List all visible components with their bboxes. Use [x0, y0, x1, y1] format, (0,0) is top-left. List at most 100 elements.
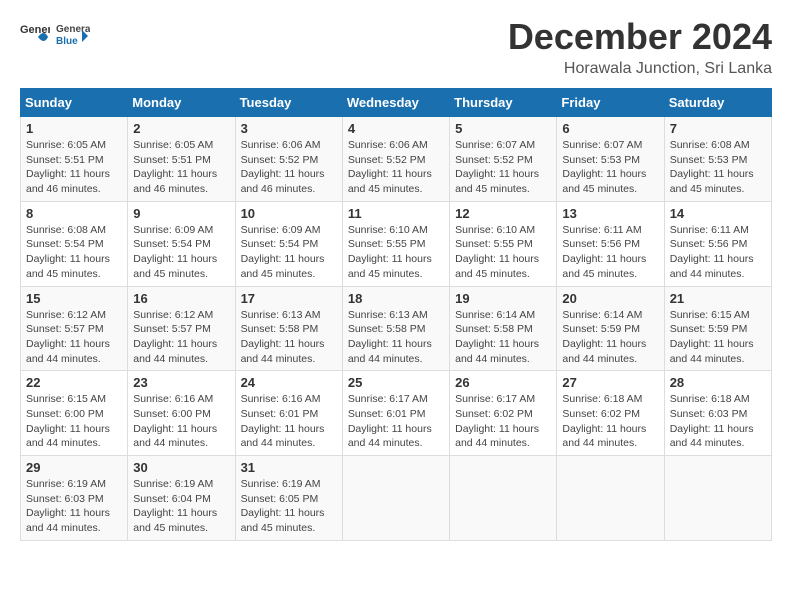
table-row: 29 Sunrise: 6:19 AMSunset: 6:03 PMDayligh… [21, 456, 128, 541]
table-row: 20Sunrise: 6:14 AMSunset: 5:59 PMDayligh… [557, 286, 664, 371]
day-info: Sunrise: 6:06 AMSunset: 5:52 PMDaylight:… [348, 138, 444, 197]
table-row: 5 Sunrise: 6:07 AMSunset: 5:52 PMDaylight… [450, 117, 557, 202]
day-info: Sunrise: 6:19 AMSunset: 6:05 PMDaylight:… [241, 477, 337, 536]
day-number: 9 [133, 206, 229, 221]
day-number: 30 [133, 460, 229, 475]
day-info: Sunrise: 6:13 AMSunset: 5:58 PMDaylight:… [348, 308, 444, 367]
table-row: 11Sunrise: 6:10 AMSunset: 5:55 PMDayligh… [342, 201, 449, 286]
table-row: 7 Sunrise: 6:08 AMSunset: 5:53 PMDaylight… [664, 117, 771, 202]
table-row: 4 Sunrise: 6:06 AMSunset: 5:52 PMDaylight… [342, 117, 449, 202]
day-info: Sunrise: 6:07 AMSunset: 5:53 PMDaylight:… [562, 138, 658, 197]
header-monday: Monday [128, 89, 235, 117]
table-row: 12 Sunrise: 6:10 AMSunset: 5:55 PMDayligh… [450, 201, 557, 286]
calendar-week-row: 1Sunrise: 6:05 AMSunset: 5:51 PMDaylight… [21, 117, 772, 202]
table-row: 14 Sunrise: 6:11 AMSunset: 5:56 PMDayligh… [664, 201, 771, 286]
table-row: 27Sunrise: 6:18 AMSunset: 6:02 PMDayligh… [557, 371, 664, 456]
day-number: 10 [241, 206, 337, 221]
day-number: 14 [670, 206, 766, 221]
day-number: 31 [241, 460, 337, 475]
day-number: 29 [26, 460, 122, 475]
logo: General General Blue [20, 16, 90, 52]
table-row: 28Sunrise: 6:18 AMSunset: 6:03 PMDayligh… [664, 371, 771, 456]
day-number: 28 [670, 375, 766, 390]
day-number: 25 [348, 375, 444, 390]
day-number: 13 [562, 206, 658, 221]
table-row: 2 Sunrise: 6:05 AMSunset: 5:51 PMDaylight… [128, 117, 235, 202]
header-saturday: Saturday [664, 89, 771, 117]
day-info: Sunrise: 6:16 AMSunset: 6:00 PMDaylight:… [133, 392, 229, 451]
calendar-header: December 2024 Horawala Junction, Sri Lan… [508, 16, 772, 78]
day-number: 2 [133, 121, 229, 136]
day-number: 6 [562, 121, 658, 136]
calendar-title: December 2024 [508, 16, 772, 58]
header-friday: Friday [557, 89, 664, 117]
day-number: 5 [455, 121, 551, 136]
table-row: 13 Sunrise: 6:11 AMSunset: 5:56 PMDayligh… [557, 201, 664, 286]
calendar-week-row: 15 Sunrise: 6:12 AMSunset: 5:57 PMDayligh… [21, 286, 772, 371]
day-number: 12 [455, 206, 551, 221]
day-number: 3 [241, 121, 337, 136]
table-row: 16 Sunrise: 6:12 AMSunset: 5:57 PMDayligh… [128, 286, 235, 371]
day-info: Sunrise: 6:08 AMSunset: 5:53 PMDaylight:… [670, 138, 766, 197]
day-info: Sunrise: 6:06 AMSunset: 5:52 PMDaylight:… [241, 138, 337, 197]
day-info: Sunrise: 6:12 AMSunset: 5:57 PMDaylight:… [133, 308, 229, 367]
table-row: 3 Sunrise: 6:06 AMSunset: 5:52 PMDaylight… [235, 117, 342, 202]
table-row: 23 Sunrise: 6:16 AMSunset: 6:00 PMDayligh… [128, 371, 235, 456]
day-info: Sunrise: 6:13 AMSunset: 5:58 PMDaylight:… [241, 308, 337, 367]
day-number: 7 [670, 121, 766, 136]
calendar-week-row: 22Sunrise: 6:15 AMSunset: 6:00 PMDayligh… [21, 371, 772, 456]
day-info: Sunrise: 6:07 AMSunset: 5:52 PMDaylight:… [455, 138, 551, 197]
table-row [342, 456, 449, 541]
day-number: 24 [241, 375, 337, 390]
calendar-week-row: 8 Sunrise: 6:08 AMSunset: 5:54 PMDaylight… [21, 201, 772, 286]
table-row [557, 456, 664, 541]
logo-icon: General [20, 19, 50, 49]
day-info: Sunrise: 6:05 AMSunset: 5:51 PMDaylight:… [133, 138, 229, 197]
day-info: Sunrise: 6:18 AMSunset: 6:02 PMDaylight:… [562, 392, 658, 451]
day-number: 8 [26, 206, 122, 221]
day-number: 18 [348, 291, 444, 306]
table-row: 21 Sunrise: 6:15 AMSunset: 5:59 PMDayligh… [664, 286, 771, 371]
calendar-table: Sunday Monday Tuesday Wednesday Thursday… [20, 88, 772, 541]
table-row: 24 Sunrise: 6:16 AMSunset: 6:01 PMDayligh… [235, 371, 342, 456]
day-info: Sunrise: 6:11 AMSunset: 5:56 PMDaylight:… [562, 223, 658, 282]
day-number: 20 [562, 291, 658, 306]
day-info: Sunrise: 6:12 AMSunset: 5:57 PMDaylight:… [26, 308, 122, 367]
day-info: Sunrise: 6:19 AMSunset: 6:03 PMDaylight:… [26, 477, 122, 536]
header-sunday: Sunday [21, 89, 128, 117]
table-row: 25Sunrise: 6:17 AMSunset: 6:01 PMDayligh… [342, 371, 449, 456]
day-info: Sunrise: 6:19 AMSunset: 6:04 PMDaylight:… [133, 477, 229, 536]
header-tuesday: Tuesday [235, 89, 342, 117]
day-info: Sunrise: 6:05 AMSunset: 5:51 PMDaylight:… [26, 138, 122, 197]
day-info: Sunrise: 6:08 AMSunset: 5:54 PMDaylight:… [26, 223, 122, 282]
table-row: 1Sunrise: 6:05 AMSunset: 5:51 PMDaylight… [21, 117, 128, 202]
day-info: Sunrise: 6:11 AMSunset: 5:56 PMDaylight:… [670, 223, 766, 282]
header-thursday: Thursday [450, 89, 557, 117]
day-info: Sunrise: 6:10 AMSunset: 5:55 PMDaylight:… [455, 223, 551, 282]
day-number: 4 [348, 121, 444, 136]
table-row: 19Sunrise: 6:14 AMSunset: 5:58 PMDayligh… [450, 286, 557, 371]
table-row: 18 Sunrise: 6:13 AMSunset: 5:58 PMDayligh… [342, 286, 449, 371]
table-row: 17 Sunrise: 6:13 AMSunset: 5:58 PMDayligh… [235, 286, 342, 371]
general-blue-logo-icon: General Blue [54, 16, 90, 52]
day-number: 17 [241, 291, 337, 306]
day-number: 21 [670, 291, 766, 306]
table-row: 6 Sunrise: 6:07 AMSunset: 5:53 PMDaylight… [557, 117, 664, 202]
day-number: 11 [348, 206, 444, 221]
day-number: 16 [133, 291, 229, 306]
table-row: 31 Sunrise: 6:19 AMSunset: 6:05 PMDayligh… [235, 456, 342, 541]
calendar-subtitle: Horawala Junction, Sri Lanka [508, 60, 772, 78]
table-row [664, 456, 771, 541]
day-info: Sunrise: 6:16 AMSunset: 6:01 PMDaylight:… [241, 392, 337, 451]
svg-text:Blue: Blue [56, 36, 78, 47]
weekday-header-row: Sunday Monday Tuesday Wednesday Thursday… [21, 89, 772, 117]
table-row: 30 Sunrise: 6:19 AMSunset: 6:04 PMDayligh… [128, 456, 235, 541]
table-row: 15 Sunrise: 6:12 AMSunset: 5:57 PMDayligh… [21, 286, 128, 371]
day-info: Sunrise: 6:09 AMSunset: 5:54 PMDaylight:… [241, 223, 337, 282]
table-row: 8 Sunrise: 6:08 AMSunset: 5:54 PMDaylight… [21, 201, 128, 286]
day-number: 15 [26, 291, 122, 306]
day-info: Sunrise: 6:17 AMSunset: 6:02 PMDaylight:… [455, 392, 551, 451]
day-info: Sunrise: 6:15 AMSunset: 5:59 PMDaylight:… [670, 308, 766, 367]
day-number: 23 [133, 375, 229, 390]
table-row: 9Sunrise: 6:09 AMSunset: 5:54 PMDaylight… [128, 201, 235, 286]
